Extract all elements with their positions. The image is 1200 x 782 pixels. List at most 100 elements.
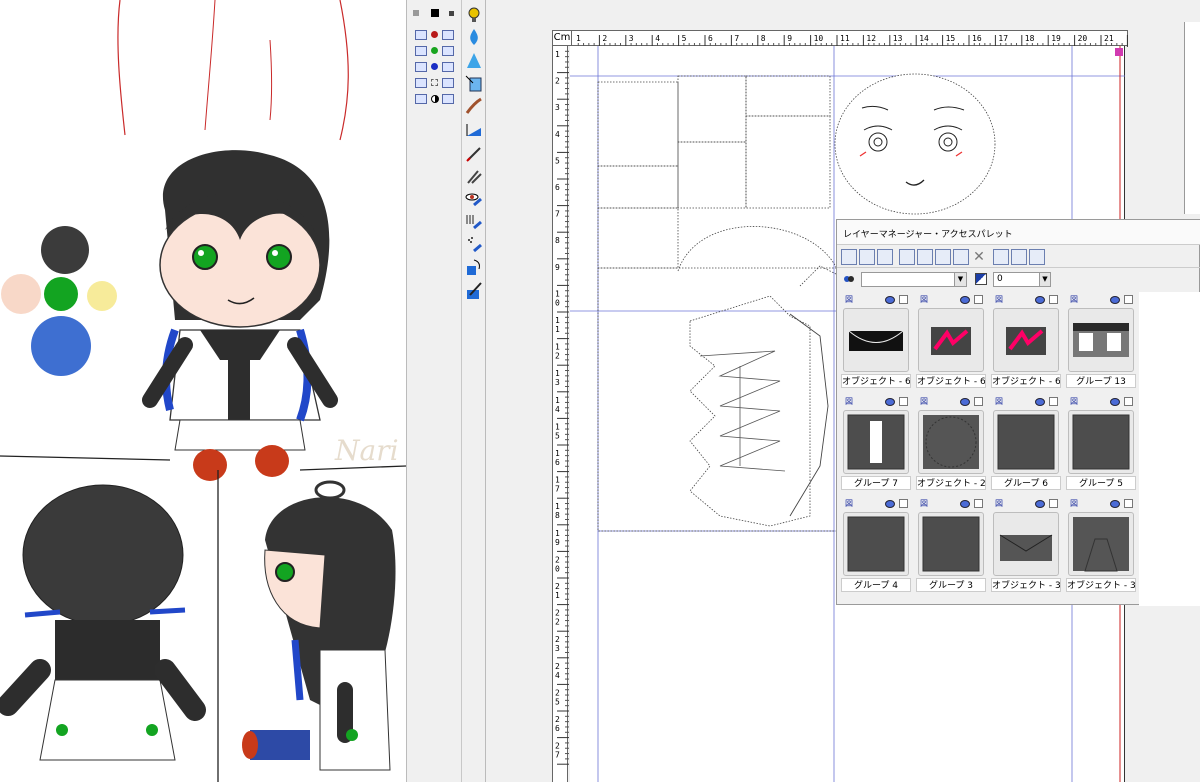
layer-combo[interactable]: ▼	[861, 272, 967, 287]
visibility-eye-icon[interactable]	[885, 296, 895, 304]
rotate-icon[interactable]	[463, 257, 485, 279]
signature-text: Nari	[334, 434, 399, 467]
layer-item-header: 図	[841, 396, 911, 408]
page-corner-marker	[1115, 48, 1123, 56]
lock-checkbox[interactable]	[1124, 295, 1133, 304]
visibility-eye-icon[interactable]	[960, 296, 970, 304]
layer-type-icon: 図	[920, 397, 928, 406]
ungroup-layer-button[interactable]	[935, 249, 951, 265]
group-layer-button[interactable]	[917, 249, 933, 265]
layer-item[interactable]: 図グループ 6	[991, 396, 1061, 492]
lock-checkbox[interactable]	[974, 499, 983, 508]
ruler-tick-label: 17	[998, 34, 1008, 43]
ruler-tick-label: 16	[972, 34, 982, 43]
layer-type-icon: 図	[995, 499, 1003, 508]
layer-thumbnail	[993, 512, 1059, 576]
layer-item[interactable]: 図オブジェクト - 66	[916, 294, 986, 390]
brush-icon[interactable]	[463, 95, 485, 117]
layer-item-label: グループ 4	[841, 578, 911, 592]
ruler-tick-label: 1	[576, 34, 581, 43]
layer-item[interactable]: 図グループ 13	[1066, 294, 1136, 390]
ruler-tick-label: 4	[555, 671, 560, 680]
lock-checkbox[interactable]	[974, 295, 983, 304]
lock-checkbox[interactable]	[974, 397, 983, 406]
color-slot-mono[interactable]	[415, 93, 457, 105]
layer-thumbnail	[1068, 410, 1134, 474]
ruler-tick-label: 7	[555, 751, 560, 760]
new-layer-button[interactable]	[841, 249, 857, 265]
visibility-eye-icon[interactable]	[1035, 296, 1045, 304]
ruler-tick-label: 1	[555, 325, 560, 334]
find-layer-button[interactable]	[899, 249, 915, 265]
thumbnail-view-button[interactable]	[1029, 249, 1045, 265]
pen-icon[interactable]	[463, 143, 485, 165]
lock-checkbox[interactable]	[1049, 397, 1058, 406]
layer-item[interactable]: 図グループ 7	[841, 396, 911, 492]
layer-item[interactable]: 図オブジェクト - 67	[841, 294, 911, 390]
color-slot-white[interactable]	[415, 77, 457, 89]
layer-type-icon: 図	[1070, 397, 1078, 406]
cone-icon[interactable]	[463, 50, 485, 72]
layer-item[interactable]: 図オブジェクト - 65	[991, 294, 1061, 390]
layer-toolbar: ✕	[837, 244, 1200, 268]
ruler-tick-label: 1	[555, 316, 560, 325]
color-slot-red[interactable]	[415, 29, 457, 41]
layer-item-label: グループ 3	[916, 578, 986, 592]
visibility-eye-icon[interactable]	[960, 398, 970, 406]
lock-checkbox[interactable]	[899, 295, 908, 304]
spray-icon[interactable]	[463, 234, 485, 256]
trident-icon[interactable]	[463, 211, 485, 233]
ruler-tick-label: 7	[555, 485, 560, 494]
light-bulb-icon[interactable]	[463, 4, 485, 26]
layer-item[interactable]: 図グループ 3	[916, 498, 986, 594]
eye-icon[interactable]	[463, 188, 485, 210]
lock-checkbox[interactable]	[1049, 295, 1058, 304]
ruler-tick-label: 8	[555, 511, 560, 520]
opacity-spinner[interactable]: 0 ▼	[993, 272, 1051, 287]
visibility-eye-icon[interactable]	[1110, 500, 1120, 508]
lock-checkbox[interactable]	[899, 499, 908, 508]
layer-item[interactable]: 図グループ 5	[1066, 396, 1136, 492]
lock-checkbox[interactable]	[899, 397, 908, 406]
layer-item[interactable]: 図オブジェクト - 31	[991, 498, 1061, 594]
copy-layer-button[interactable]	[859, 249, 875, 265]
ruler-tick-label: 2	[555, 635, 560, 644]
chevron-down-icon[interactable]: ▼	[1039, 273, 1050, 286]
list-view-button[interactable]	[1011, 249, 1027, 265]
ruler-tick-label: 1	[555, 369, 560, 378]
lock-checkbox[interactable]	[1049, 499, 1058, 508]
layer-thumbnail	[993, 308, 1059, 372]
close-icon[interactable]: ✕	[971, 249, 987, 265]
visibility-eye-icon[interactable]	[1035, 500, 1045, 508]
color-slot-blue[interactable]	[415, 61, 457, 73]
lock-checkbox[interactable]	[1124, 397, 1133, 406]
app-window: Nari 1 2 3 4 5 6 7 8 9 10 11 12 13 14 15…	[0, 0, 1200, 782]
view-layer-button[interactable]	[953, 249, 969, 265]
layer-item[interactable]: 図グループ 4	[841, 498, 911, 594]
properties-button[interactable]	[993, 249, 1009, 265]
layer-type-icon: 図	[1070, 499, 1078, 508]
visibility-eye-icon[interactable]	[1110, 398, 1120, 406]
chevron-down-icon[interactable]: ▼	[954, 273, 966, 286]
paint-icon[interactable]	[463, 280, 485, 302]
ruler-tick-label: 2	[555, 609, 560, 618]
visibility-eye-icon[interactable]	[885, 500, 895, 508]
paste-layer-button[interactable]	[877, 249, 893, 265]
lock-checkbox[interactable]	[1124, 499, 1133, 508]
water-drop-icon[interactable]	[463, 26, 485, 48]
gradient-icon[interactable]	[463, 119, 485, 141]
layer-item[interactable]: 図オブジェクト - 27	[916, 396, 986, 492]
visibility-eye-icon[interactable]	[1110, 296, 1120, 304]
visibility-eye-icon[interactable]	[960, 500, 970, 508]
ruler-tick-label: 6	[555, 724, 560, 733]
visibility-eye-icon[interactable]	[885, 398, 895, 406]
visibility-eye-icon[interactable]	[1035, 398, 1045, 406]
layer-thumbnail-grid: 図オブジェクト - 67 図オブジェクト - 66 図オブジェクト - 65 図グルー…	[841, 294, 1141, 600]
layer-item[interactable]: 図オブジェクト - 32	[1066, 498, 1136, 594]
ruler-tick-label: 15	[946, 34, 956, 43]
select-icon[interactable]	[463, 73, 485, 95]
color-slot-green[interactable]	[415, 45, 457, 57]
hand-icon[interactable]	[463, 166, 485, 188]
layer-type-icon: 図	[920, 499, 928, 508]
color-mode-row[interactable]	[411, 6, 459, 20]
